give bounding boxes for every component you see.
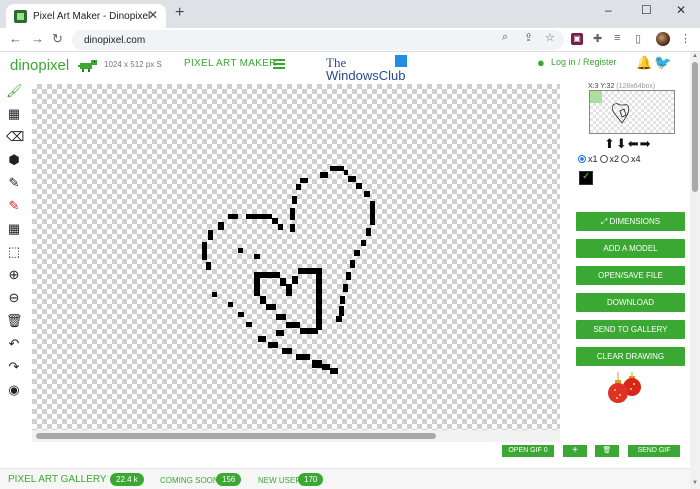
profile-avatar[interactable] [656, 32, 670, 46]
footer-stats: PIXEL ART GALLERY 22.4 k COMING SOON 156… [0, 468, 690, 489]
coming-soon-count-badge: 156 [216, 473, 242, 486]
bookmark-star-icon[interactable]: ☆ [545, 31, 555, 44]
canvas-horizontal-scrollbar[interactable] [32, 430, 560, 442]
drawing-canvas[interactable] [32, 84, 560, 430]
back-button[interactable]: ← [9, 31, 22, 46]
url-field[interactable]: dinopixel.com [72, 30, 564, 50]
clear-drawing-button[interactable]: CLEAR DRAWING [576, 347, 685, 366]
gallery-count-badge: 22.4 k [110, 473, 144, 486]
zoom-selector: x1 x2 x4 [578, 154, 641, 164]
url-text: dinopixel.com [84, 34, 146, 46]
dinopixel-favicon-icon [14, 9, 27, 23]
zoom-x1-radio[interactable] [578, 155, 586, 163]
eyedropper-icon[interactable]: ✎ [6, 175, 22, 191]
open-save-file-button[interactable]: OPEN/SAVE FILE [576, 266, 685, 285]
selected-color-swatch[interactable] [579, 171, 593, 185]
brand-logo[interactable]: dinopixel [10, 57, 69, 74]
zoom-x4-radio[interactable] [621, 155, 630, 163]
extension-icon[interactable]: ▣ [571, 33, 583, 45]
user-icon[interactable]: ● [537, 55, 545, 70]
gif-toolbar: OPEN GIF 0 + 🗑 SEND GIF [0, 442, 690, 460]
send-gif-button[interactable]: SEND GIF [628, 445, 680, 457]
zoom-x2-label: x2 [609, 154, 620, 164]
tool-column: 🖌 ▦ ⌫ ⬢ ✎ ✎ ▦ ⬚ ⊕ ⊖ 🗑 ↶ ↷ ◉ [0, 80, 28, 430]
browser-tab[interactable]: Pixel Art Maker - Dinopixel ✕ [6, 4, 166, 28]
preview-drawing [612, 103, 630, 124]
dino-mascot-icon [78, 60, 97, 72]
new-tab-button[interactable]: + [175, 4, 184, 22]
scrollbar-thumb[interactable] [692, 62, 698, 192]
extensions-puzzle-icon[interactable]: ✚ [593, 32, 602, 45]
bell-icon[interactable]: 🔔 [636, 55, 652, 71]
maximize-button[interactable]: ☐ [641, 3, 652, 17]
eraser-icon[interactable]: ⌫ [6, 129, 24, 145]
close-window-button[interactable]: ✕ [676, 3, 686, 17]
login-link[interactable]: Log in / Register [551, 57, 617, 67]
tab-title: Pixel Art Maker - Dinopixel [33, 10, 151, 22]
undo-icon[interactable]: ↶ [6, 336, 22, 352]
reading-list-icon[interactable]: ≡ [614, 32, 620, 44]
canvas-preview[interactable] [589, 90, 675, 134]
side-panel-icon[interactable]: ▯ [635, 32, 641, 45]
pixel-drawing [202, 166, 375, 374]
add-frame-button[interactable]: + [563, 445, 587, 457]
cursor-coordinates: X:3 Y:32 (128x64box) [588, 83, 656, 90]
christmas-ornaments-icon [608, 372, 641, 403]
add-a-model-button[interactable]: ADD A MODEL [576, 239, 685, 258]
dual-brush-icon[interactable]: ▦ [6, 106, 22, 122]
reload-button[interactable]: ↻ [52, 31, 63, 47]
zoom-x2-radio[interactable] [599, 155, 608, 163]
site-header: dinopixel 1024 x 512 px S PIXEL ART MAKE… [0, 52, 690, 83]
dimensions-button[interactable]: ⤢ DIMENSIONS [576, 212, 685, 231]
new-user-count-badge: 170 [298, 473, 324, 486]
grid-icon[interactable]: ▦ [6, 221, 22, 237]
page-scrollbar[interactable]: ▲ ▼ [690, 52, 700, 489]
search-icon[interactable]: ⌕ [502, 31, 508, 44]
new-user-label: NEW USER [258, 476, 302, 485]
zoom-in-icon[interactable]: ⊕ [6, 267, 22, 283]
tab-close-icon[interactable]: ✕ [148, 8, 158, 22]
right-panel: X:3 Y:32 (128x64box) ⬆⬇⬅➡ x1 x2 x4 ⤢ DIM… [572, 80, 690, 440]
twitter-icon[interactable]: 🐦 [654, 54, 671, 71]
minimize-button[interactable]: – [605, 3, 612, 17]
brush-icon[interactable]: 🖌 [6, 83, 23, 99]
share-icon[interactable]: ⇪ [524, 31, 533, 44]
hamburger-menu-icon[interactable] [273, 59, 285, 69]
canvas-size-label: 1024 x 512 px S [104, 60, 162, 69]
delete-frame-button[interactable]: 🗑 [595, 445, 619, 457]
redo-icon[interactable]: ↷ [6, 359, 22, 375]
color-picker-icon[interactable]: ✎ [6, 198, 22, 214]
horizontal-scrollbar-thumb[interactable] [36, 433, 436, 439]
zoom-x4-label: x4 [631, 154, 641, 164]
forward-button[interactable]: → [31, 31, 44, 46]
menu-dots-icon[interactable]: ⋮ [680, 32, 691, 45]
eye-icon[interactable]: ◉ [6, 382, 22, 398]
open-gif-button[interactable]: OPEN GIF 0 [502, 445, 554, 457]
zoom-out-icon[interactable]: ⊖ [6, 290, 22, 306]
download-button[interactable]: DOWNLOAD [576, 293, 685, 312]
scroll-down-icon[interactable]: ▼ [692, 480, 698, 486]
address-bar: ← → ↻ dinopixel.com ⌕ ⇪ ☆ ▣ ✚ ≡ ▯ ⋮ [0, 28, 700, 52]
select-icon[interactable]: ⬚ [6, 244, 22, 260]
pan-arrows[interactable]: ⬆⬇⬅➡ [604, 136, 652, 152]
fill-bucket-icon[interactable]: ⬢ [6, 152, 22, 168]
trash-icon[interactable]: 🗑 [6, 313, 23, 329]
browser-tab-strip: Pixel Art Maker - Dinopixel ✕ + – ☐ ✕ [0, 0, 700, 28]
pixel-art-maker-link[interactable]: PIXEL ART MAKER [184, 58, 277, 69]
pixel-art-gallery-link[interactable]: PIXEL ART GALLERY [8, 474, 107, 485]
watermark: The WindowsClub [326, 55, 406, 83]
scroll-up-icon[interactable]: ▲ [692, 53, 698, 59]
zoom-x1-label: x1 [588, 154, 598, 164]
send-to-gallery-button[interactable]: SEND TO GALLERY [576, 320, 685, 339]
coming-soon-label: COMING SOON [160, 476, 219, 485]
windows-logo-icon [395, 55, 407, 67]
